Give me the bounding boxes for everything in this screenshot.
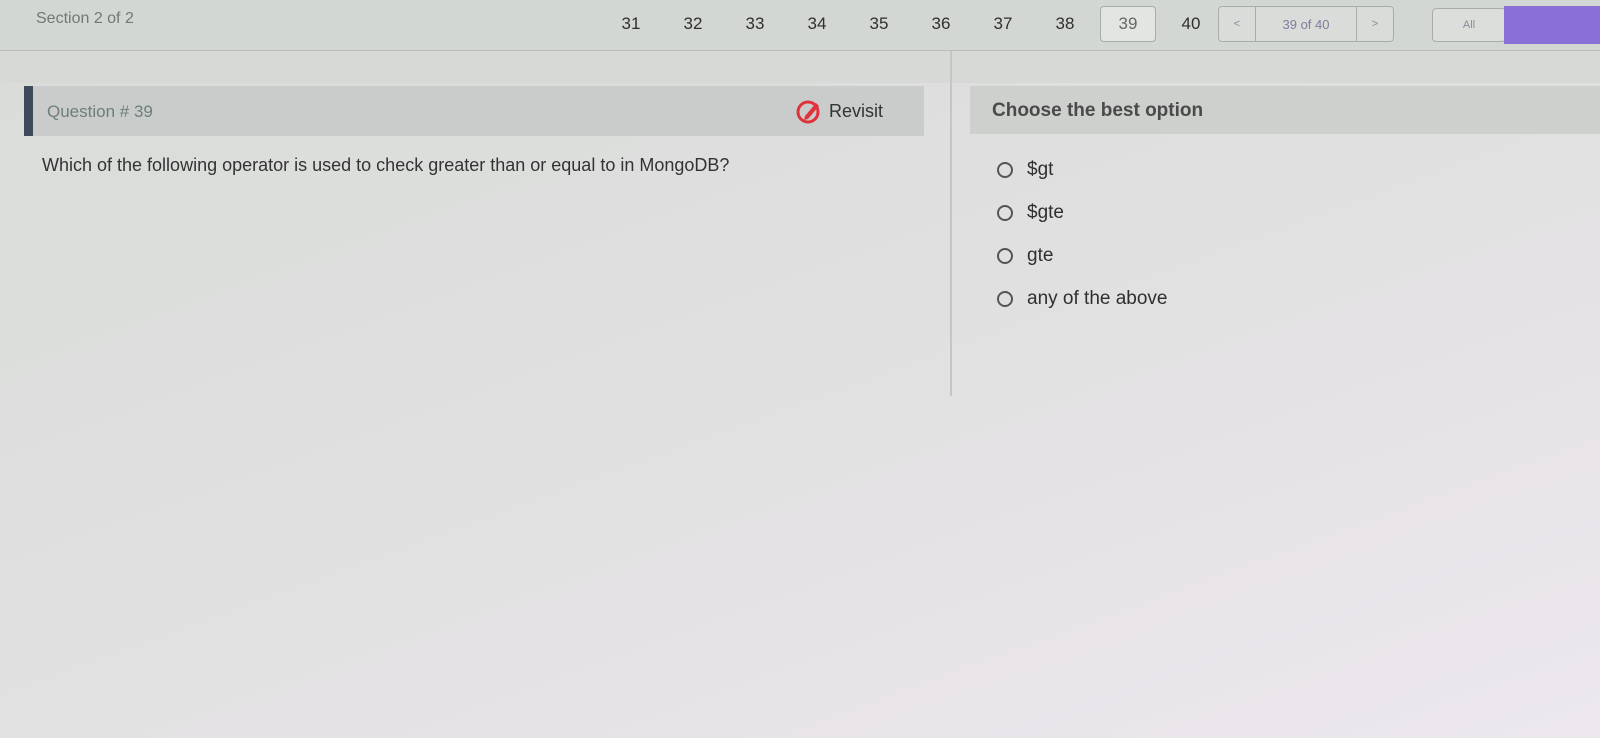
radio-icon[interactable] [997,204,1013,221]
answer-option-label: $gte [1027,201,1064,223]
answer-option[interactable]: any of the above [997,277,1168,320]
revisit-label: Revisit [829,100,884,121]
question-number-33[interactable]: 33 [724,7,786,41]
next-question-button[interactable]: > [1357,7,1393,41]
question-number-38[interactable]: 38 [1034,7,1096,41]
options-header-label: Choose the best option [992,100,1204,121]
answer-option[interactable]: gte [997,234,1168,277]
question-number-32[interactable]: 32 [662,7,724,41]
answer-option[interactable]: $gt [997,148,1168,191]
question-navigator: 31 32 33 34 35 36 37 38 39 40 [600,6,1222,42]
answer-options: $gt $gte gte any of the above [997,148,1168,320]
all-questions-button[interactable]: All [1432,8,1506,42]
question-number-36[interactable]: 36 [910,7,972,41]
options-header: Choose the best option [970,86,1600,134]
answer-option-label: any of the above [1027,287,1168,309]
question-number-37[interactable]: 37 [972,7,1034,41]
answer-option-label: $gt [1027,158,1054,180]
sub-header-strip [0,51,1600,83]
answer-option[interactable]: $gte [997,191,1168,234]
question-number-39-current[interactable]: 39 [1100,6,1156,42]
section-label: Section 2 of 2 [36,10,134,27]
radio-icon[interactable] [997,290,1013,307]
question-text: Which of the following operator is used … [42,155,730,175]
radio-icon[interactable] [997,247,1013,264]
question-pager: < 39 of 40 > [1218,6,1394,42]
question-header: Question # 39 Revisit [24,86,924,136]
answer-option-label: gte [1027,244,1054,266]
question-number-31[interactable]: 31 [600,7,662,41]
question-number-35[interactable]: 35 [848,7,910,41]
revisit-icon [796,100,820,124]
revisit-button[interactable]: Revisit [795,97,883,125]
question-title: Question # 39 [47,102,153,121]
top-navigation-bar: Section 2 of 2 31 32 33 34 35 36 37 38 3… [0,0,1600,51]
question-number-40[interactable]: 40 [1160,7,1222,41]
previous-question-button[interactable]: < [1219,7,1255,41]
question-number-34[interactable]: 34 [786,7,848,41]
panel-divider [950,51,952,396]
radio-icon[interactable] [997,161,1013,178]
accent-tab[interactable] [1504,6,1600,44]
question-count: 39 of 40 [1255,7,1357,41]
